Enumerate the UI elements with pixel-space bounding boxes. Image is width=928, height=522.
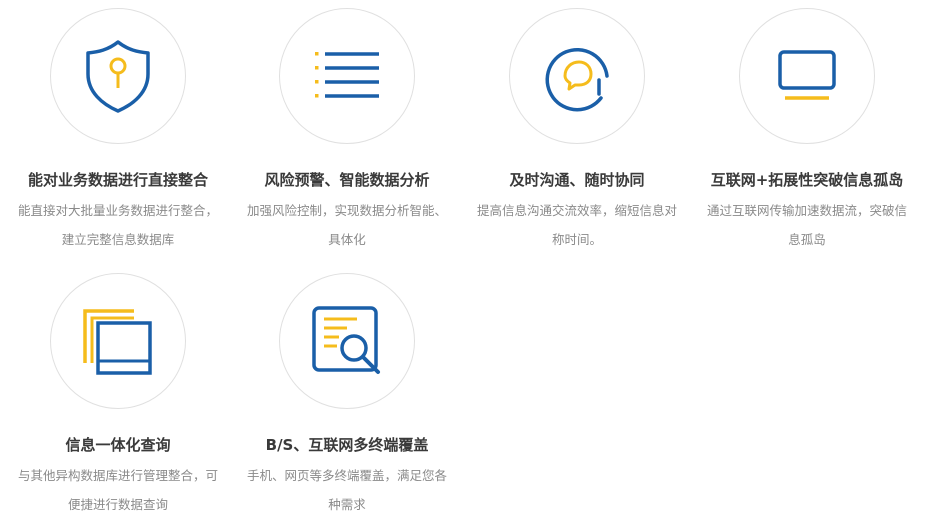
feature-title: 风险预警、智能数据分析 [264,171,430,189]
icon-circle [50,8,186,144]
feature-title: 互联网+拓展性突破信息孤岛 [710,171,904,189]
feature-description: 提高信息沟通交流效率，缩短信息对称时间。 [476,203,677,247]
layered-windows-icon [83,309,152,375]
feature-title: B/S、互联网多终端覆盖 [265,436,429,454]
feature-card-multi-terminal: B/S、互联网多终端覆盖 手机、网页等多终端覆盖，满足您各种需求 [232,273,462,519]
feature-title: 信息一体化查询 [65,436,171,454]
feature-title: 及时沟通、随时协同 [509,171,645,189]
feature-title: 能对业务数据进行直接整合 [27,171,208,189]
icon-circle [50,273,186,409]
icon-circle [279,8,415,144]
feature-card-risk-warning: 风险预警、智能数据分析 加强风险控制，实现数据分析智能、具体化 [232,8,462,254]
shield-key-icon [86,40,150,113]
monitor-icon [778,50,836,100]
list-icon [315,52,379,98]
chat-bubble-icon [545,47,609,112]
feature-card-data-integration: 能对业务数据进行直接整合 能直接对大批量业务数据进行整合，建立完整信息数据库 [3,8,233,254]
feature-description: 通过互联网传输加速数据流，突破信息孤岛 [706,203,907,247]
feature-card-communication: 及时沟通、随时协同 提高信息沟通交流效率，缩短信息对称时间。 [462,8,692,254]
feature-card-internet-plus: 互联网+拓展性突破信息孤岛 通过互联网传输加速数据流，突破信息孤岛 [692,8,922,254]
feature-card-integrated-query: 信息一体化查询 与其他异构数据库进行管理整合，可便捷进行数据查询 [3,273,233,519]
icon-circle [509,8,645,144]
feature-description: 手机、网页等多终端覆盖，满足您各种需求 [246,468,447,512]
icon-circle [739,8,875,144]
feature-description: 加强风险控制，实现数据分析智能、具体化 [246,203,447,247]
feature-description: 能直接对大批量业务数据进行整合，建立完整信息数据库 [17,203,218,247]
document-search-icon [312,306,380,374]
feature-description: 与其他异构数据库进行管理整合，可便捷进行数据查询 [17,468,218,512]
icon-circle [279,273,415,409]
